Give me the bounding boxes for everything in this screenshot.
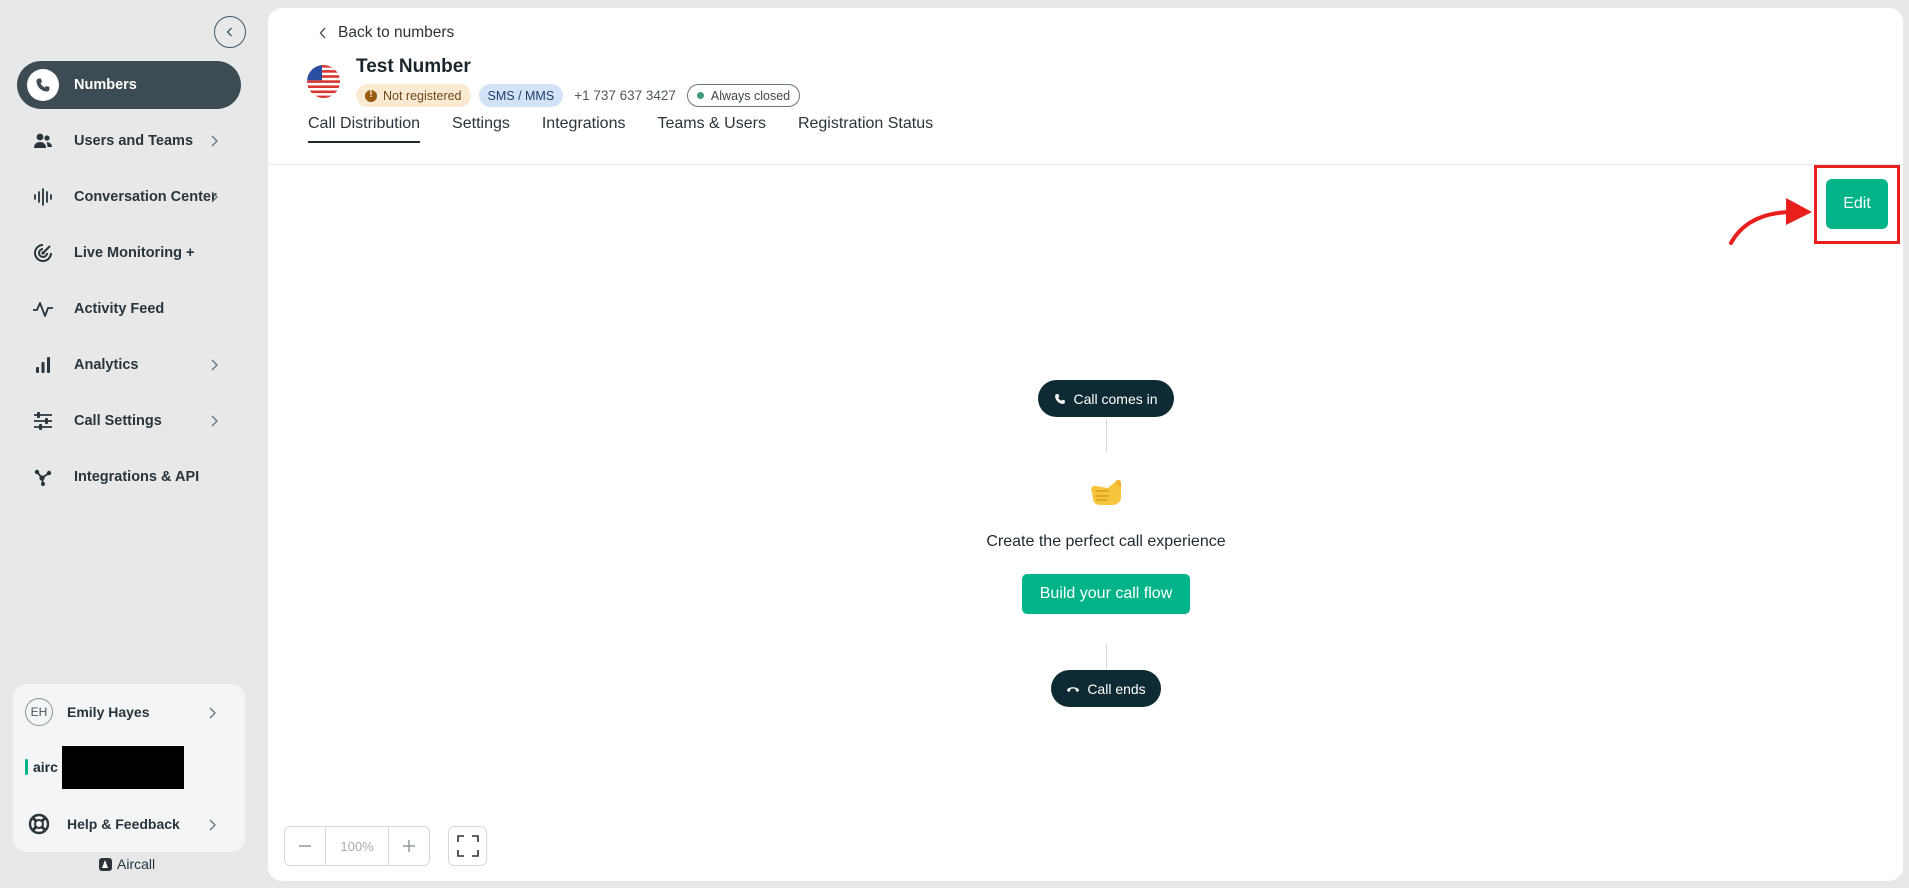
node-label: Call comes in (1073, 390, 1158, 407)
chevron-right-icon (211, 135, 218, 147)
plus-icon (403, 840, 415, 852)
user-card: EH Emily Hayes airc Help & Feedback (13, 684, 245, 852)
aircall-logo-icon (99, 857, 112, 871)
brand-logo-mark (25, 759, 28, 775)
zoom-level: 100% (325, 827, 389, 865)
sidebar-item-label: Live Monitoring + (74, 245, 195, 261)
users-icon (27, 125, 59, 157)
company-name: airc (33, 759, 58, 775)
activity-icon (27, 293, 59, 325)
annotation-arrow-icon (1729, 198, 1812, 245)
bar-chart-icon (27, 349, 59, 381)
company-switcher[interactable]: airc (25, 745, 184, 789)
avatar: EH (25, 698, 53, 726)
chevron-right-icon (209, 707, 216, 719)
sidebar-item-conversation-center[interactable]: Conversation Center (17, 173, 241, 221)
sidebar-item-label: Integrations & API (74, 469, 200, 485)
sidebar-item-label: Activity Feed (74, 301, 165, 317)
hang-up-icon (1067, 686, 1080, 692)
tab-settings[interactable]: Settings (452, 102, 510, 142)
sidebar-item-label: Numbers (74, 77, 137, 93)
sidebar-item-call-settings[interactable]: Call Settings (17, 397, 241, 445)
sidebar-item-activity-feed[interactable]: Activity Feed (17, 285, 241, 333)
flow-connector (1106, 418, 1107, 452)
empty-flow-text: Create the perfect call experience (986, 533, 1226, 550)
chevron-left-icon (319, 27, 326, 39)
sidebar-item-label: Users and Teams (74, 133, 194, 149)
tab-teams-users[interactable]: Teams & Users (657, 102, 765, 142)
help-feedback-item[interactable]: Help & Feedback (25, 806, 233, 842)
call-me-hand-icon (1086, 471, 1126, 511)
tab-bar: Call Distribution Settings Integrations … (308, 102, 965, 143)
call-comes-in-node: Call comes in (1038, 380, 1174, 417)
page-title: Test Number (356, 56, 471, 77)
phone-icon (1055, 393, 1066, 404)
phone-number: +1 737 637 3427 (574, 88, 676, 103)
footer-brand-label: Aircall (117, 856, 156, 872)
build-call-flow-button[interactable]: Build your call flow (1022, 574, 1190, 614)
sidebar-item-users-and-teams[interactable]: Users and Teams (17, 117, 241, 165)
help-label: Help & Feedback (67, 816, 180, 832)
badge-label: Always closed (710, 88, 791, 103)
fullscreen-icon (456, 835, 479, 857)
footer-brand: Aircall (99, 856, 155, 872)
badge-label: Not registered (383, 88, 462, 103)
us-flag-icon (307, 65, 340, 98)
chevron-right-icon (211, 415, 218, 427)
collapse-sidebar-button[interactable] (214, 16, 246, 48)
zoom-out-button[interactable] (285, 827, 325, 865)
sidebar-item-label: Conversation Center (74, 189, 217, 205)
back-to-numbers-link[interactable]: Back to numbers (318, 24, 454, 42)
divider (268, 164, 1903, 165)
lifebuoy-icon (25, 810, 53, 838)
sidebar: Numbers Users and Teams Conversation Cen… (0, 0, 268, 888)
sidebar-item-integrations-api[interactable]: Integrations & API (17, 453, 241, 501)
sliders-icon (27, 405, 59, 437)
live-monitoring-icon (27, 237, 59, 269)
waveform-icon (27, 181, 59, 213)
redacted-block (61, 745, 184, 789)
tab-registration-status[interactable]: Registration Status (798, 102, 933, 142)
user-name: Emily Hayes (67, 704, 150, 720)
main-panel: Back to numbers Test Number Not register… (268, 8, 1903, 881)
tab-call-distribution[interactable]: Call Distribution (308, 102, 421, 143)
status-dot-icon (696, 92, 704, 99)
sidebar-item-live-monitoring[interactable]: Live Monitoring + (17, 229, 241, 277)
chevron-right-icon (211, 359, 218, 371)
sidebar-item-analytics[interactable]: Analytics (17, 341, 241, 389)
sidebar-item-numbers[interactable]: Numbers (17, 61, 241, 109)
sidebar-item-label: Call Settings (74, 413, 162, 429)
minus-icon (299, 845, 311, 847)
call-ends-node: Call ends (1051, 670, 1161, 707)
warning-icon (365, 89, 377, 102)
tab-integrations[interactable]: Integrations (542, 102, 626, 142)
zoom-in-button[interactable] (389, 827, 429, 865)
chevron-right-icon (211, 191, 218, 203)
chevron-right-icon (209, 819, 216, 831)
phone-icon (27, 69, 59, 101)
sidebar-item-label: Analytics (74, 357, 139, 373)
chevron-left-icon (226, 27, 232, 37)
fit-to-screen-button[interactable] (448, 826, 487, 866)
sidebar-nav: Numbers Users and Teams Conversation Cen… (17, 61, 241, 509)
user-menu[interactable]: EH Emily Hayes (25, 694, 233, 730)
edit-button[interactable]: Edit (1826, 179, 1888, 229)
node-label: Call ends (1087, 680, 1146, 697)
integrations-icon (27, 461, 59, 493)
zoom-controls: 100% (284, 826, 487, 866)
zoom-group: 100% (284, 826, 430, 866)
back-label: Back to numbers (338, 24, 455, 41)
flow-connector (1106, 644, 1107, 670)
